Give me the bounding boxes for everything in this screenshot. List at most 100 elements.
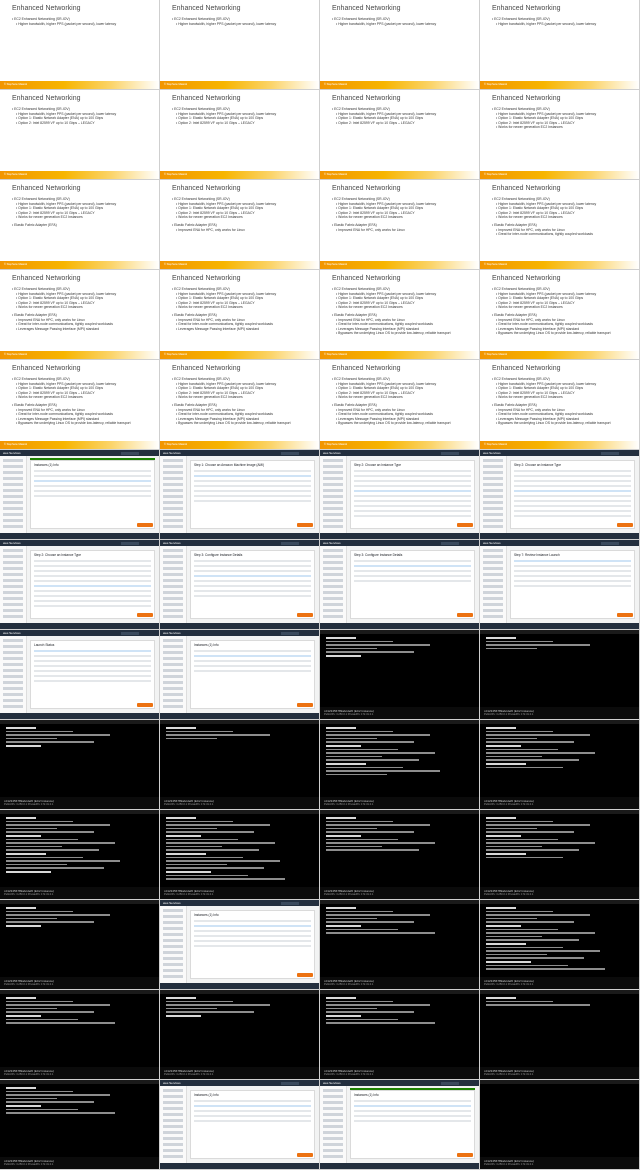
primary-button[interactable] — [137, 703, 153, 707]
sidebar-item[interactable] — [323, 1101, 343, 1104]
table-row[interactable] — [354, 480, 471, 482]
sidebar-item[interactable] — [3, 573, 23, 576]
sidebar-item[interactable] — [483, 525, 503, 528]
sidebar-item[interactable] — [3, 561, 23, 564]
table-row[interactable] — [514, 495, 631, 497]
sidebar-item[interactable] — [163, 669, 183, 672]
table-row[interactable] — [194, 925, 311, 927]
sidebar-item[interactable] — [3, 483, 23, 486]
table-row[interactable] — [194, 470, 311, 472]
table-row[interactable] — [354, 475, 471, 477]
table-row[interactable] — [34, 680, 151, 682]
sidebar-item[interactable] — [163, 693, 183, 696]
table-row[interactable] — [34, 575, 151, 577]
sidebar-item[interactable] — [163, 939, 183, 942]
slide-thumbnail[interactable]: Enhanced Networking • EC2 Enhanced Networ… — [160, 270, 319, 359]
sidebar-item[interactable] — [163, 927, 183, 930]
table-row[interactable] — [194, 565, 311, 567]
console-thumbnail[interactable]: aws Services Instances (1) Info — [320, 1080, 479, 1169]
primary-button[interactable] — [457, 523, 473, 527]
sidebar-item[interactable] — [3, 597, 23, 600]
table-row[interactable] — [34, 565, 151, 567]
table-row[interactable] — [194, 485, 311, 487]
primary-button[interactable] — [137, 523, 153, 527]
sidebar-item[interactable] — [163, 483, 183, 486]
sidebar-item[interactable] — [483, 597, 503, 600]
services-menu[interactable]: aws Services — [483, 541, 501, 545]
sidebar-item[interactable] — [483, 615, 503, 618]
table-row[interactable] — [514, 490, 631, 492]
services-menu[interactable]: aws Services — [163, 901, 181, 905]
table-row[interactable] — [34, 595, 151, 597]
terminal-thumbnail[interactable]: i-0123456789abcdef0 (EC2 Instance) Public… — [0, 990, 159, 1079]
table-row[interactable] — [194, 1115, 311, 1117]
slide-thumbnail[interactable]: Enhanced Networking • EC2 Enhanced Networ… — [320, 90, 479, 179]
sidebar-item[interactable] — [323, 1113, 343, 1116]
sidebar-item[interactable] — [483, 495, 503, 498]
table-row[interactable] — [34, 605, 151, 607]
table-row[interactable] — [34, 655, 151, 657]
sidebar-item[interactable] — [163, 1155, 183, 1158]
terminal-thumbnail[interactable]: i-0123456789abcdef0 (EC2 Instance) Public… — [160, 720, 319, 809]
table-row[interactable] — [194, 490, 311, 492]
sidebar-item[interactable] — [323, 1095, 343, 1098]
table-row[interactable] — [514, 505, 631, 507]
sidebar-item[interactable] — [163, 1137, 183, 1140]
terminal-thumbnail[interactable]: i-0123456789abcdef0 (EC2 Instance) Public… — [0, 1080, 159, 1169]
console-thumbnail[interactable]: aws Services Instances (1) Info — [160, 1080, 319, 1169]
sidebar-item[interactable] — [3, 675, 23, 678]
slide-thumbnail[interactable]: Enhanced Networking • EC2 Enhanced Networ… — [480, 270, 639, 359]
services-menu[interactable]: aws Services — [163, 1081, 181, 1085]
terminal-thumbnail[interactable]: i-0123456789abcdef0 (EC2 Instance) Public… — [0, 810, 159, 899]
table-row[interactable] — [34, 560, 151, 562]
table-row[interactable] — [354, 505, 471, 507]
sidebar-item[interactable] — [3, 525, 23, 528]
table-row[interactable] — [194, 560, 311, 562]
sidebar-item[interactable] — [323, 513, 343, 516]
services-menu[interactable]: aws Services — [163, 541, 181, 545]
table-row[interactable] — [34, 570, 151, 572]
sidebar-item[interactable] — [3, 471, 23, 474]
sidebar-item[interactable] — [323, 465, 343, 468]
account-menu[interactable] — [281, 1081, 299, 1085]
sidebar-item[interactable] — [323, 477, 343, 480]
sidebar-item[interactable] — [323, 459, 343, 462]
slide-thumbnail[interactable]: Enhanced Networking • EC2 Enhanced Networ… — [0, 360, 159, 449]
sidebar-item[interactable] — [3, 705, 23, 708]
sidebar-item[interactable] — [163, 957, 183, 960]
primary-button[interactable] — [137, 613, 153, 617]
table-row[interactable] — [514, 575, 631, 577]
sidebar-item[interactable] — [323, 585, 343, 588]
table-row[interactable] — [194, 930, 311, 932]
table-row[interactable] — [354, 1120, 471, 1122]
table-row[interactable] — [34, 665, 151, 667]
terminal-thumbnail[interactable]: i-0123456789abcdef0 (EC2 Instance) Public… — [480, 990, 639, 1079]
sidebar-item[interactable] — [163, 501, 183, 504]
sidebar-item[interactable] — [163, 561, 183, 564]
sidebar-item[interactable] — [163, 975, 183, 978]
sidebar-item[interactable] — [163, 1095, 183, 1098]
sidebar-item[interactable] — [323, 525, 343, 528]
sidebar-item[interactable] — [483, 555, 503, 558]
console-thumbnail[interactable]: aws Services Launch Status — [0, 630, 159, 719]
account-menu[interactable] — [441, 541, 459, 545]
terminal-thumbnail[interactable]: i-0123456789abcdef0 (EC2 Instance) Public… — [0, 900, 159, 989]
sidebar-item[interactable] — [323, 471, 343, 474]
primary-button[interactable] — [297, 613, 313, 617]
sidebar-item[interactable] — [483, 573, 503, 576]
table-row[interactable] — [354, 560, 471, 562]
sidebar-item[interactable] — [483, 567, 503, 570]
table-row[interactable] — [514, 585, 631, 587]
sidebar-item[interactable] — [3, 567, 23, 570]
sidebar-item[interactable] — [163, 1113, 183, 1116]
sidebar-item[interactable] — [163, 1143, 183, 1146]
sidebar-item[interactable] — [163, 579, 183, 582]
sidebar-item[interactable] — [3, 495, 23, 498]
sidebar-item[interactable] — [163, 909, 183, 912]
sidebar-item[interactable] — [3, 477, 23, 480]
terminal-thumbnail[interactable]: i-0123456789abcdef0 (EC2 Instance) Public… — [320, 720, 479, 809]
table-row[interactable] — [514, 470, 631, 472]
services-menu[interactable]: aws Services — [163, 631, 181, 635]
sidebar-item[interactable] — [163, 687, 183, 690]
sidebar-item[interactable] — [483, 459, 503, 462]
